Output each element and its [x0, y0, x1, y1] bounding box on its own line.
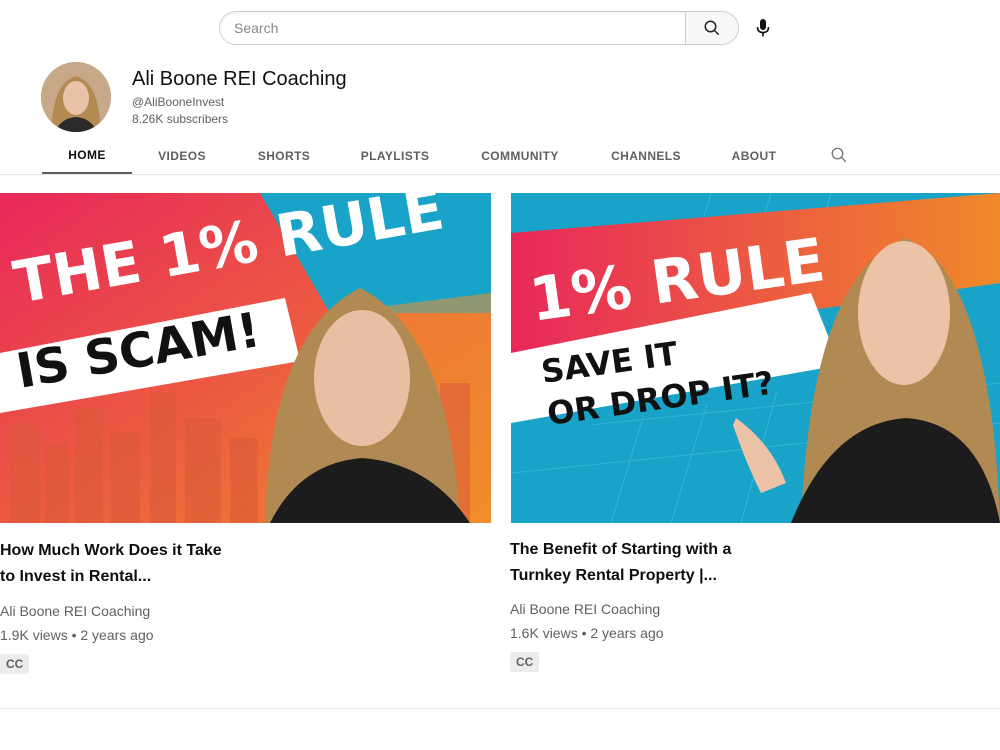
video-stats: 1.6K views • 2 years ago: [510, 625, 664, 641]
voice-search-button[interactable]: [752, 16, 774, 40]
tab-videos[interactable]: VIDEOS: [142, 138, 222, 174]
tab-playlists[interactable]: PLAYLISTS: [352, 138, 438, 174]
cc-badge: CC: [510, 652, 540, 672]
video-title[interactable]: The Benefit of Starting with a Turnkey R…: [510, 537, 810, 589]
search-bar: [219, 11, 739, 45]
search-box[interactable]: [219, 11, 685, 45]
tab-home[interactable]: HOME: [42, 138, 132, 174]
channel-name: Ali Boone REI Coaching: [132, 68, 347, 90]
cc-badge: CC: [0, 654, 30, 674]
subscriber-count: 8.26K subscribers: [132, 112, 229, 126]
search-input[interactable]: [234, 20, 671, 36]
channel-avatar[interactable]: [41, 62, 111, 132]
search-button[interactable]: [685, 11, 739, 45]
channel-handle: @AliBooneInvest: [132, 95, 225, 109]
tab-shorts[interactable]: SHORTS: [244, 138, 324, 174]
search-icon: [704, 20, 720, 36]
video-thumbnail[interactable]: 1% RULE SAVE IT OR DROP IT?: [511, 193, 1000, 523]
video-channel-name[interactable]: Ali Boone REI Coaching: [0, 603, 150, 619]
section-divider: [0, 708, 1000, 709]
tab-search-icon: [831, 147, 847, 163]
video-title[interactable]: How Much Work Does it Take to Invest in …: [0, 538, 300, 590]
video-thumbnail[interactable]: THE 1% RULE IS SCAM!: [0, 193, 491, 523]
video-channel-name[interactable]: Ali Boone REI Coaching: [510, 601, 660, 617]
tab-community[interactable]: COMMUNITY: [472, 138, 568, 174]
tab-about[interactable]: ABOUT: [722, 138, 786, 174]
video-stats: 1.9K views • 2 years ago: [0, 627, 154, 643]
microphone-icon: [756, 19, 770, 37]
tab-channels[interactable]: CHANNELS: [606, 138, 686, 174]
tab-search-button[interactable]: [830, 146, 848, 169]
tabs-divider: [0, 174, 1000, 175]
